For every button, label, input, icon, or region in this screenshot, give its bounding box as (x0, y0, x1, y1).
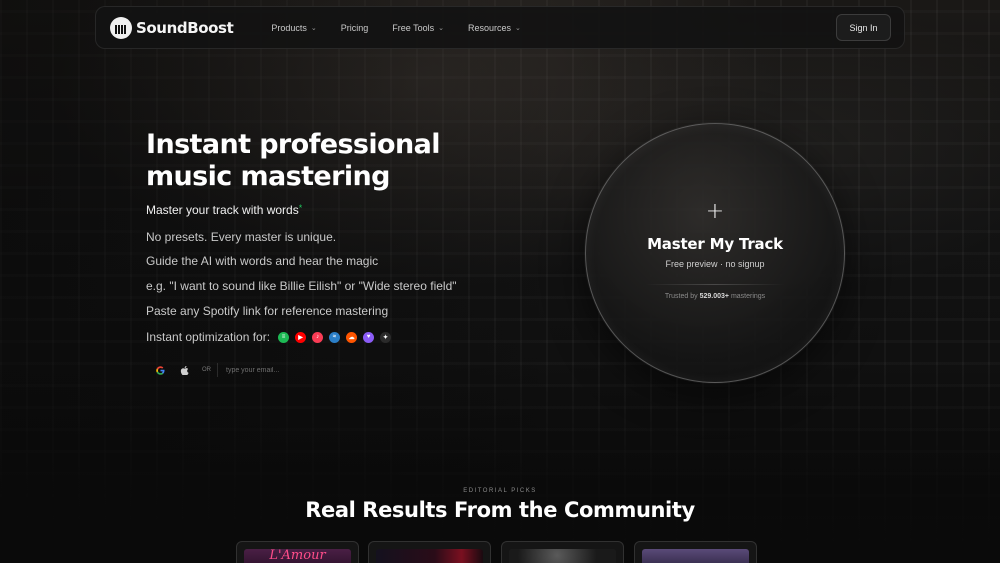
card-artwork (376, 549, 483, 563)
hero-title: Instant professional music mastering (146, 129, 440, 192)
master-my-track-dropzone[interactable]: + Master My Track Free preview · no sign… (585, 123, 845, 383)
apple-music-icon: ♪ (312, 331, 324, 343)
deezer-icon: ≈ (329, 331, 341, 343)
community-card[interactable] (368, 541, 491, 563)
nav-item-resources[interactable]: Resources ⌄ (468, 23, 521, 33)
feature-line: Guide the AI with words and hear the mag… (146, 254, 379, 268)
nav-item-label: Pricing (340, 22, 369, 33)
community-card[interactable] (501, 541, 624, 563)
card-artwork (642, 549, 749, 563)
brand-logo[interactable]: SoundBoost (110, 16, 234, 39)
feature-line: No presets. Every master is unique. (146, 230, 337, 244)
main-menu: Products ⌄ Pricing Free Tools ⌄ Resource… (271, 23, 545, 33)
card-title: L'Amour (269, 548, 326, 563)
trust-count: 529.003+ (699, 293, 729, 300)
tidal-icon: ✦ (380, 331, 392, 343)
trust-suffix: masterings (730, 293, 766, 300)
community-section-title: Real Results From the Community (305, 498, 695, 522)
chevron-down-icon: ⌄ (310, 24, 317, 32)
card-artwork (509, 549, 616, 563)
vertical-divider (217, 363, 218, 377)
community-card[interactable]: L'Amour (236, 541, 359, 563)
plus-icon: + (705, 199, 725, 224)
heart-icon: ♥ (363, 331, 375, 343)
sign-in-button[interactable]: Sign In (836, 14, 891, 41)
section-eyebrow: EDITORIAL PICKS (463, 488, 537, 494)
google-signin-button[interactable] (152, 362, 168, 378)
feature-line: e.g. "I want to sound like Billie Eilish… (146, 279, 457, 293)
chevron-down-icon: ⌄ (515, 24, 521, 32)
hero-subhead-text: Master your track with words (146, 203, 299, 217)
platform-optimization-row: Instant optimization for: ≡ ▶ ♪ ≈ ☁ ♥ ✦ (146, 330, 397, 344)
nav-item-free-tools[interactable]: Free Tools ⌄ (392, 23, 444, 33)
nav-item-products[interactable]: Products ⌄ (271, 23, 316, 33)
top-navbar: SoundBoost Products ⌄ Pricing Free Tools… (95, 6, 905, 49)
nav-item-label: Products (271, 22, 307, 33)
hero-background-fade (0, 363, 1000, 563)
apple-icon (180, 365, 189, 375)
feature-line: Paste any Spotify link for reference mas… (146, 304, 389, 318)
or-separator: OR (202, 367, 211, 373)
apple-signin-button[interactable] (176, 362, 192, 378)
dropzone-title: Master My Track (647, 235, 783, 253)
asterisk-mark: * (298, 203, 303, 213)
optimization-label: Instant optimization for: (146, 330, 271, 344)
nav-item-pricing[interactable]: Pricing (341, 23, 369, 33)
signup-row: OR (152, 360, 422, 380)
chevron-down-icon: ⌄ (438, 24, 445, 32)
email-field[interactable] (226, 366, 396, 374)
google-icon (155, 365, 164, 375)
soundcloud-icon: ☁ (346, 331, 358, 343)
brand-name: SoundBoost (136, 18, 234, 37)
nav-item-label: Resources (468, 22, 512, 33)
dropzone-divider (645, 284, 785, 285)
trust-prefix: Trusted by (664, 293, 698, 300)
hero-subhead: Master your track with words* (146, 203, 302, 217)
nav-item-label: Free Tools (392, 22, 435, 33)
youtube-icon: ▶ (295, 331, 307, 343)
trust-counter: Trusted by 529.003+ masterings (586, 293, 844, 300)
spotify-icon: ≡ (278, 331, 290, 343)
headphones-logo-icon (110, 16, 132, 39)
community-card[interactable] (634, 541, 757, 563)
dropzone-subtitle: Free preview · no signup (665, 259, 765, 269)
